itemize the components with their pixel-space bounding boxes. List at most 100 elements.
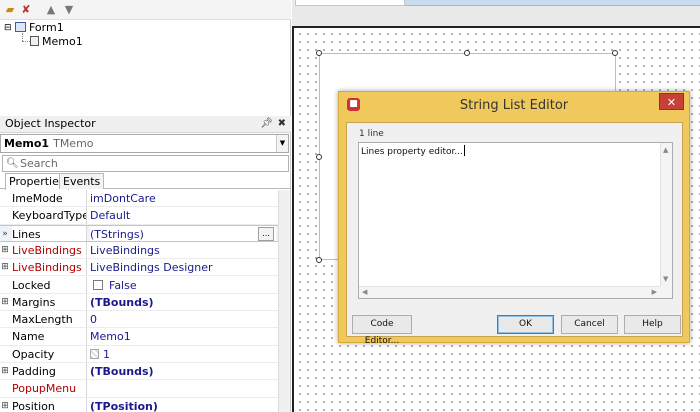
resize-handle[interactable] — [316, 154, 322, 160]
property-value[interactable]: (TPosition) — [90, 398, 276, 412]
move-down-icon[interactable]: ▼ — [62, 3, 76, 17]
property-row[interactable]: Opacity 1 — [0, 345, 278, 363]
resize-handle[interactable] — [612, 50, 618, 56]
tree-item-memo1[interactable]: Memo1 — [30, 35, 83, 48]
property-grid: ImeMode imDontCare KeyboardType Default» Lin… — [0, 190, 278, 412]
resize-handle[interactable] — [316, 50, 322, 56]
property-value[interactable]: (TStrings) — [90, 225, 276, 241]
object-inspector-title: Object Inspector — [5, 117, 96, 130]
property-grid-scrollbar[interactable] — [278, 190, 290, 412]
ellipsis-button[interactable]: ... — [258, 226, 274, 241]
property-name: Margins — [12, 293, 87, 311]
delete-icon[interactable]: ✘ — [19, 3, 33, 17]
property-row[interactable]: ⊞ Padding (TBounds) — [0, 363, 278, 381]
property-value[interactable]: False — [90, 277, 276, 293]
property-value[interactable]: LiveBindings Designer — [90, 259, 276, 275]
property-row[interactable]: » Lines (TStrings)... — [0, 224, 278, 242]
scroll-right-icon[interactable]: ▶ — [652, 287, 657, 297]
row-gutter — [0, 311, 10, 327]
property-name: Position — [12, 397, 87, 412]
expand-icon[interactable]: ⊞ — [0, 242, 10, 258]
property-value[interactable]: imDontCare — [90, 190, 276, 206]
expand-icon[interactable]: ⊞ — [0, 294, 10, 310]
property-value[interactable]: LiveBindings — [90, 242, 276, 258]
text-caret — [463, 145, 465, 156]
scroll-left-icon[interactable]: ◀ — [362, 287, 367, 297]
horizontal-scrollbar[interactable]: ◀ ▶ — [359, 286, 660, 298]
line-count-label: 1 line — [359, 129, 384, 139]
pin-icon[interactable]: 📌︎ — [260, 116, 273, 132]
selected-row-marker-icon: » — [2, 228, 8, 239]
property-value[interactable]: Default — [90, 207, 276, 223]
property-name: ImeMode — [12, 190, 87, 207]
expand-icon[interactable]: ⊞ — [0, 363, 10, 379]
property-name: Locked — [12, 276, 87, 293]
object-selector[interactable]: Memo1 TMemo ▼ — [0, 134, 289, 153]
property-row[interactable]: PopupMenu — [0, 380, 278, 398]
property-row[interactable]: ImeMode imDontCare — [0, 190, 278, 208]
property-value[interactable] — [90, 380, 276, 396]
object-inspector-header: Object Inspector 📌︎ ✖ — [0, 116, 291, 133]
expand-icon[interactable]: ⊞ — [0, 398, 10, 412]
vertical-scrollbar[interactable]: ▲ ▼ — [660, 143, 672, 286]
property-value[interactable]: 1 — [90, 346, 276, 362]
tab-events[interactable]: Events — [59, 173, 105, 189]
row-gutter — [0, 190, 10, 206]
property-value-text: imDontCare — [90, 192, 156, 205]
move-up-icon[interactable]: ▲ — [44, 3, 58, 17]
scroll-down-icon[interactable]: ▼ — [663, 274, 668, 284]
scrollbar-corner — [660, 286, 672, 298]
close-icon[interactable]: ✕ — [659, 93, 684, 110]
property-name: KeyboardType — [12, 207, 87, 224]
property-row[interactable]: Locked False — [0, 276, 278, 294]
cancel-button[interactable]: Cancel — [561, 315, 618, 334]
row-gutter — [0, 380, 10, 396]
designer-tab-strip — [405, 0, 700, 6]
property-value-text: (TBounds) — [90, 295, 154, 309]
property-value-text: (TPosition) — [90, 399, 158, 412]
property-value-text: Default — [90, 209, 131, 223]
property-value-text: Memo1 — [90, 330, 131, 344]
property-row[interactable]: MaxLength 0 — [0, 311, 278, 329]
resize-handle[interactable] — [464, 50, 470, 56]
property-name: LiveBindings Des — [12, 259, 87, 276]
expand-icon[interactable]: ⊞ — [0, 259, 10, 275]
ok-button[interactable]: OK — [497, 315, 554, 334]
selected-object-name: Memo1 — [4, 137, 50, 150]
checkbox[interactable] — [93, 279, 103, 290]
opacity-icon — [90, 348, 99, 359]
help-button[interactable]: Help — [624, 315, 681, 334]
property-value[interactable]: (TBounds) — [90, 363, 276, 379]
inspector-tabs: Properties Events — [0, 173, 291, 190]
designer-tab[interactable] — [295, 0, 405, 6]
dialog-titlebar[interactable]: ■ String List Editor ✕ — [339, 92, 689, 119]
property-value[interactable]: Memo1 — [90, 328, 276, 344]
open-folder-icon[interactable]: ▰ — [3, 3, 17, 17]
property-value-text: 0 — [90, 313, 97, 327]
property-row[interactable]: ⊞ Position (TPosition) — [0, 397, 278, 412]
property-row[interactable]: ⊞ Margins (TBounds) — [0, 293, 278, 312]
property-name: Lines — [12, 225, 87, 241]
property-value[interactable]: 0 — [90, 311, 276, 327]
property-value-text: LiveBindings Designer — [90, 261, 213, 275]
code-editor-button[interactable]: Code Editor... — [352, 315, 412, 346]
property-row[interactable]: KeyboardType Default — [0, 207, 278, 225]
editor-text: Lines property editor... — [361, 145, 465, 157]
property-row[interactable]: ⊞ LiveBindings LiveBindings — [0, 241, 278, 260]
property-name: Opacity — [12, 345, 87, 362]
search-input[interactable]: 🔍︎ Search — [2, 155, 289, 172]
dialog-title: String List Editor — [459, 98, 569, 113]
scroll-up-icon[interactable]: ▲ — [663, 145, 668, 155]
property-row[interactable]: Name Memo1 — [0, 328, 278, 346]
property-name: MaxLength — [12, 311, 87, 328]
resize-handle[interactable] — [316, 257, 322, 263]
property-row[interactable]: ⊞LiveBindings DesLiveBindings Designer — [0, 259, 278, 277]
form-icon — [15, 22, 26, 32]
lines-text-editor[interactable]: Lines property editor... ▲ ▼ ◀ ▶ — [358, 142, 673, 299]
close-icon[interactable]: ✖ — [278, 116, 286, 132]
chevron-down-icon[interactable]: ▼ — [276, 135, 288, 152]
dialog-body: 1 line Lines property editor... ▲ ▼ ◀ ▶ … — [346, 122, 683, 346]
property-value[interactable]: (TBounds) — [90, 294, 276, 310]
left-panel: ▰ ✘ ▲ ▼ ⊟ Form1 Memo1 Object Inspector 📌… — [0, 0, 291, 412]
collapse-icon[interactable]: ⊟ — [4, 23, 12, 33]
